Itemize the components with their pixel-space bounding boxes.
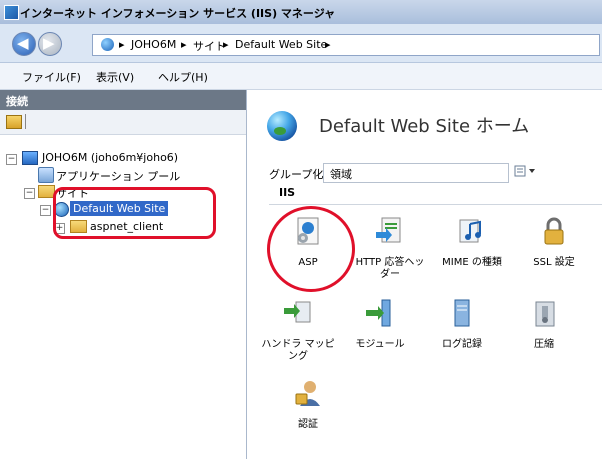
breadcrumb-server[interactable]: JOHO6M — [131, 38, 176, 51]
highlight-circle — [267, 206, 355, 292]
group-by-bar: グループ化: 領域 — [269, 162, 602, 184]
breadcrumb[interactable]: ▸ JOHO6M ▸ サイト ▸ Default Web Site ▸ — [92, 34, 600, 56]
feature-http-headers[interactable]: HTTP 応答ヘッダー — [351, 216, 429, 281]
breadcrumb-sites[interactable]: サイト — [193, 38, 226, 54]
modules-icon — [366, 299, 391, 327]
menu-help[interactable]: ヘルプ(H) — [158, 69, 208, 85]
feature-logging[interactable]: ログ記録 — [423, 298, 501, 351]
group-by-select[interactable]: 領域 — [323, 163, 524, 183]
feature-label: MIME の種類 — [442, 257, 502, 268]
toolbar-divider — [25, 114, 26, 129]
collapse-sites-icon[interactable]: − — [24, 188, 35, 199]
handler-mappings-icon — [284, 301, 311, 323]
feature-mime-types[interactable]: MIME の種類 — [433, 216, 511, 269]
feature-authentication[interactable]: 認証 — [269, 378, 347, 431]
feature-modules[interactable]: モジュール — [341, 298, 419, 351]
app-pool-icon — [38, 167, 54, 183]
view-mode-icon[interactable] — [513, 164, 539, 178]
connections-header: 接続 — [0, 90, 246, 110]
collapse-site-icon[interactable]: − — [40, 205, 51, 216]
server-icon — [22, 151, 38, 165]
ssl-icon — [544, 217, 564, 245]
breadcrumb-separator: ▸ — [181, 38, 187, 51]
menu-bar: ファイル(F) 表示(V) ヘルプ(H) — [0, 63, 602, 90]
tree-item-app-pools[interactable]: アプリケーション プール — [56, 168, 180, 184]
breadcrumb-site[interactable]: Default Web Site — [235, 38, 327, 51]
group-by-value: 領域 — [330, 168, 352, 181]
feature-label: ハンドラ マッピング — [261, 339, 335, 362]
breadcrumb-separator: ▸ — [119, 38, 125, 51]
authentication-icon — [295, 381, 320, 406]
window-title: インターネット インフォメーション サービス (IIS) マネージャ — [20, 7, 336, 20]
connections-pane: 接続 − JOHO6M (joho6m¥joho6) アプリケーション プール … — [0, 90, 247, 459]
mime-types-icon — [459, 219, 481, 243]
forward-button[interactable]: ▶ — [38, 32, 62, 56]
title-bar: インターネット インフォメーション サービス (IIS) マネージャ — [0, 0, 602, 24]
breadcrumb-separator: ▸ — [223, 38, 229, 51]
feature-label: モジュール — [355, 339, 405, 350]
feature-label: SSL 設定 — [533, 257, 575, 268]
feature-label: 認証 — [298, 419, 318, 430]
feature-compression[interactable]: 圧縮 — [505, 298, 583, 351]
feature-ssl[interactable]: SSL 設定 — [515, 216, 593, 269]
group-by-label: グループ化: — [269, 168, 328, 181]
website-globe-icon — [267, 111, 297, 141]
iis-app-icon — [4, 5, 19, 20]
breadcrumb-separator: ▸ — [325, 38, 331, 51]
compression-icon — [535, 301, 555, 327]
feature-handler-mappings[interactable]: ハンドラ マッピング — [259, 298, 337, 363]
forward-arrow-icon: ▶ — [43, 34, 55, 52]
highlight-box — [53, 187, 216, 239]
logging-icon — [454, 299, 470, 327]
http-headers-icon — [376, 217, 401, 243]
back-button[interactable]: ◀ — [12, 32, 36, 56]
feature-label: 圧縮 — [534, 339, 554, 350]
tree-item-server[interactable]: JOHO6M (joho6m¥joho6) — [42, 151, 178, 164]
menu-file[interactable]: ファイル(F) — [22, 69, 81, 85]
feature-label: HTTP 応答ヘッダー — [355, 257, 425, 280]
connect-icon[interactable] — [6, 115, 22, 129]
connections-toolbar — [0, 110, 246, 135]
back-arrow-icon: ◀ — [17, 34, 29, 52]
menu-view[interactable]: 表示(V) — [96, 69, 134, 85]
collapse-server-icon[interactable]: − — [6, 154, 17, 165]
page-title: Default Web Site ホーム — [319, 116, 530, 137]
address-bar: ◀ ▶ ▸ JOHO6M ▸ サイト ▸ Default Web Site ▸ — [0, 24, 602, 63]
section-header-iis: IIS — [269, 186, 602, 205]
feature-label: ログ記録 — [442, 339, 482, 350]
globe-icon — [101, 38, 114, 51]
